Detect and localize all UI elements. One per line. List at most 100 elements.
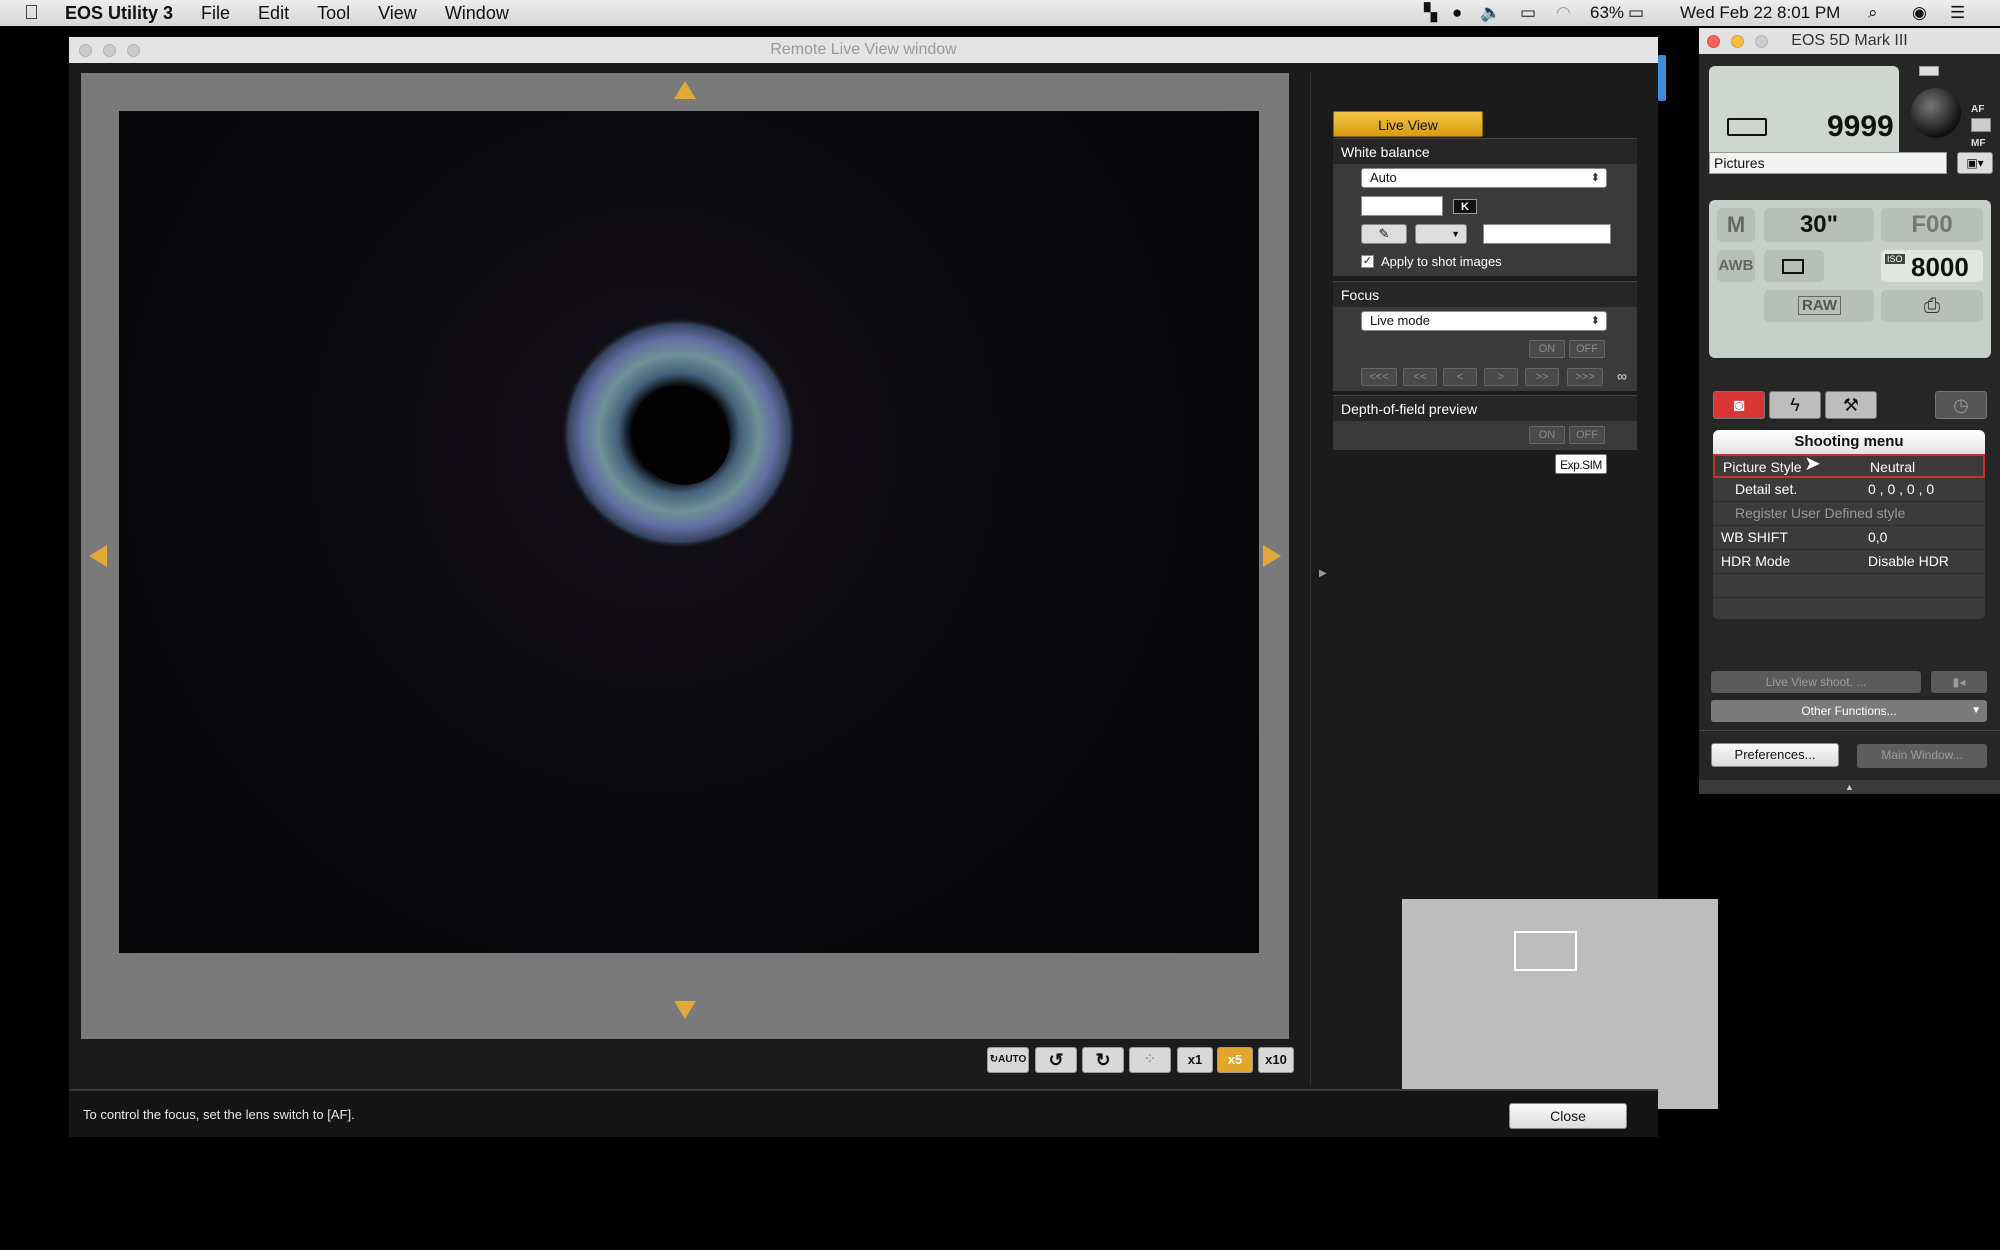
apply-checkbox[interactable]: ✓ — [1361, 255, 1374, 268]
focus-near-large-button[interactable]: <<< — [1361, 368, 1397, 386]
tab-timer[interactable]: ◷ — [1935, 391, 1987, 419]
dof-onoff-row: ON OFF — [1333, 421, 1637, 450]
live-view-image[interactable] — [119, 111, 1259, 953]
focus-far-small-button[interactable]: > — [1484, 368, 1518, 386]
kelvin-input[interactable] — [1361, 196, 1443, 216]
live-view-shoot-button[interactable]: Live View shoot. ... — [1711, 671, 1921, 693]
shooting-menu-title: Shooting menu — [1713, 430, 1985, 454]
zoom-area-frame[interactable] — [1514, 931, 1577, 971]
control-dial-icon[interactable] — [1911, 88, 1961, 138]
battery-percent: 63% — [1590, 3, 1625, 22]
capture-status-indicator — [1919, 66, 1939, 76]
battery-icon[interactable]: ▭ — [1628, 0, 1644, 26]
volume-icon[interactable]: 🔈 — [1480, 0, 1501, 26]
folder-settings-button[interactable]: ▣▾ — [1957, 152, 1993, 174]
dof-off-button[interactable]: OFF — [1569, 426, 1605, 444]
notification-center-icon[interactable]: ☰ — [1950, 0, 1965, 26]
zoom-x5-button[interactable]: x5 — [1217, 1047, 1253, 1073]
clock[interactable]: Wed Feb 22 8:01 PM — [1680, 0, 1840, 26]
menu-extra-icon[interactable]: ▚ — [1424, 0, 1437, 26]
aperture-display[interactable]: F00 — [1881, 208, 1983, 242]
wifi-icon[interactable]: ◠ — [1556, 0, 1571, 26]
pan-left-arrow-icon[interactable] — [89, 545, 107, 567]
menu-bar:  EOS Utility 3 File Edit Tool View Wind… — [0, 0, 2000, 26]
window-titlebar: Remote Live View window — [69, 37, 1658, 63]
menu-window[interactable]: Window — [445, 0, 509, 26]
pan-up-arrow-icon[interactable] — [674, 81, 696, 99]
spotlight-search-icon[interactable]: ⌕ — [1868, 0, 1878, 26]
menu-row-detail-set[interactable]: Detail set. 0 , 0 , 0 , 0 — [1713, 478, 1985, 502]
metering-mode-display[interactable] — [1764, 250, 1824, 282]
tab-tools[interactable]: ⚒ — [1825, 391, 1877, 419]
airplay-icon[interactable]: ▭ — [1520, 0, 1536, 26]
zoom-x1-button[interactable]: x1 — [1177, 1047, 1213, 1073]
grid-button[interactable]: ⁘ — [1129, 1047, 1171, 1073]
focus-off-button[interactable]: OFF — [1569, 340, 1605, 358]
menu-row-register-user-style[interactable]: Register User Defined style — [1713, 502, 1985, 526]
menu-tool[interactable]: Tool — [317, 0, 350, 26]
menu-row-wb-shift[interactable]: WB SHIFT 0,0 — [1713, 526, 1985, 550]
menu-edit[interactable]: Edit — [258, 0, 289, 26]
tab-shooting[interactable]: ◙ — [1713, 391, 1765, 419]
iso-display[interactable]: ISO 8000 — [1881, 250, 1983, 282]
af-mf-switch[interactable] — [1971, 118, 1991, 132]
status-app-icon[interactable]: ● — [1452, 0, 1462, 26]
rotate-right-button[interactable]: ↻ — [1082, 1047, 1124, 1073]
detail-set-value: 0 , 0 , 0 , 0 — [1868, 481, 1935, 497]
shots-remaining: 9999 — [1827, 110, 1894, 143]
timer-icon: ◷ — [1953, 395, 1969, 415]
dof-header: Depth-of-field preview — [1333, 395, 1637, 421]
af-label: AF — [1971, 104, 1985, 115]
live-view-button[interactable]: Live View — [1333, 111, 1483, 137]
dof-on-button[interactable]: ON — [1529, 426, 1565, 444]
zoom-window-icon[interactable] — [1755, 35, 1768, 48]
menu-view[interactable]: View — [378, 0, 417, 26]
focus-mode-row: Live mode ⬍ — [1333, 307, 1637, 335]
eyedropper-button[interactable]: ✎ — [1361, 224, 1407, 244]
zoom-window-icon[interactable] — [127, 44, 140, 57]
image-quality-display[interactable]: RAW — [1764, 290, 1874, 322]
auto-rotate-button[interactable]: ↻AUTO — [987, 1047, 1029, 1073]
focus-on-button[interactable]: ON — [1529, 340, 1565, 358]
menu-row-picture-style[interactable]: Picture Style Neutral — [1713, 454, 1985, 478]
pan-right-arrow-icon[interactable] — [1263, 545, 1281, 567]
save-to-computer-display[interactable]: ⎙ — [1881, 290, 1983, 322]
minimize-window-icon[interactable] — [1731, 35, 1744, 48]
focus-near-medium-button[interactable]: << — [1403, 368, 1437, 386]
pan-down-arrow-icon[interactable] — [674, 1001, 696, 1019]
other-functions-button[interactable]: Other Functions... ▼ — [1711, 700, 1987, 722]
camera-control-panel: EOS 5D Mark III 9999 AF MF Pictures ▣▾ M… — [1699, 28, 2000, 794]
tab-flash[interactable]: ϟ — [1769, 391, 1821, 419]
focus-far-large-button[interactable]: >>> — [1567, 368, 1603, 386]
shutter-speed-display[interactable]: 30" — [1764, 208, 1874, 242]
wb-mode-select[interactable]: Auto ⬍ — [1361, 168, 1607, 188]
app-menu[interactable]: EOS Utility 3 — [65, 0, 173, 26]
close-button[interactable]: Close — [1509, 1103, 1627, 1129]
zoom-x10-button[interactable]: x10 — [1258, 1047, 1294, 1073]
destination-folder-field[interactable]: Pictures — [1709, 152, 1947, 174]
focus-far-medium-button[interactable]: >> — [1525, 368, 1559, 386]
focus-mode-select[interactable]: Live mode ⬍ — [1361, 311, 1607, 331]
focus-near-small-button[interactable]: < — [1443, 368, 1477, 386]
wb-color-field[interactable] — [1483, 224, 1611, 244]
menu-row-hdr-mode[interactable]: HDR Mode Disable HDR — [1713, 550, 1985, 574]
rotate-left-button[interactable]: ↺ — [1035, 1047, 1077, 1073]
apple-menu-icon[interactable]:  — [24, 0, 39, 26]
movie-shoot-button[interactable]: ▮◂ — [1931, 671, 1987, 693]
menu-file[interactable]: File — [201, 0, 230, 26]
close-window-icon[interactable] — [1707, 35, 1720, 48]
register-user-style-label: Register User Defined style — [1735, 505, 1906, 521]
preferences-button[interactable]: Preferences... — [1711, 743, 1839, 767]
collapse-panel-arrow-icon[interactable]: ▲ — [1699, 780, 2000, 794]
mouse-pointer-icon: ➤ — [1804, 453, 1821, 475]
minimize-window-icon[interactable] — [103, 44, 116, 57]
white-balance-display[interactable]: AWB — [1717, 250, 1755, 282]
white-balance-header: White balance — [1333, 138, 1637, 164]
shooting-mode-display[interactable]: M — [1717, 208, 1755, 242]
zoom-navigator[interactable] — [1402, 899, 1718, 1109]
main-window-button[interactable]: Main Window... — [1857, 744, 1987, 768]
remote-live-view-window: Remote Live View window ↻AUTO ↺ ↻ ⁘ x1 x… — [69, 37, 1718, 1137]
eyedropper-mode-dropdown[interactable]: ▼ — [1415, 224, 1467, 244]
siri-icon[interactable]: ◉ — [1912, 0, 1927, 26]
close-window-icon[interactable] — [79, 44, 92, 57]
